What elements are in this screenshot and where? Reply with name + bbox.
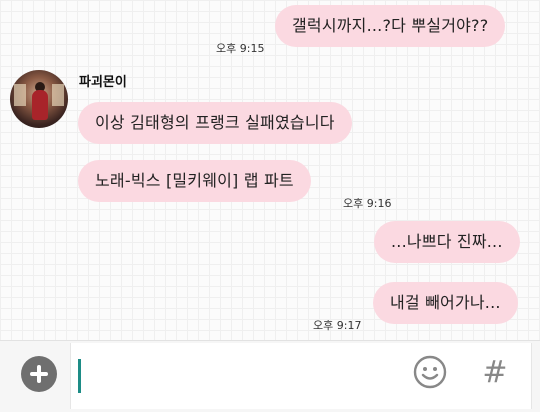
message-timestamp: 오후 9:17 — [313, 319, 362, 332]
message-timestamp: 오후 9:16 — [343, 197, 392, 210]
message-bubble-incoming[interactable]: 노래-빅스 [밀키웨이] 랩 파트 — [78, 160, 311, 202]
avatar-figure — [32, 90, 48, 120]
message-bubble-outgoing[interactable]: 내걸 빼어가나... — [373, 282, 518, 324]
hashtag-icon[interactable]: # — [480, 353, 510, 393]
message-bubble-outgoing[interactable]: 갤럭시까지...?다 뿌실거야?? — [275, 5, 506, 47]
plus-circle-icon[interactable] — [21, 356, 57, 392]
message-bubble-outgoing[interactable]: ...나쁘다 진짜... — [374, 221, 520, 263]
smiley-icon[interactable] — [412, 354, 448, 390]
text-caret — [78, 359, 81, 393]
message-bubble-incoming[interactable]: 이상 김태형의 프랭크 실패였습니다 — [78, 102, 352, 144]
message-input[interactable] — [70, 343, 532, 409]
message-timestamp: 오후 9:15 — [216, 42, 265, 55]
sender-avatar[interactable] — [10, 70, 68, 128]
avatar-window-right — [52, 84, 64, 106]
sender-name: 파괴몬이 — [79, 75, 127, 90]
avatar-window-left — [14, 84, 26, 106]
message-input-bar: # — [0, 340, 540, 412]
